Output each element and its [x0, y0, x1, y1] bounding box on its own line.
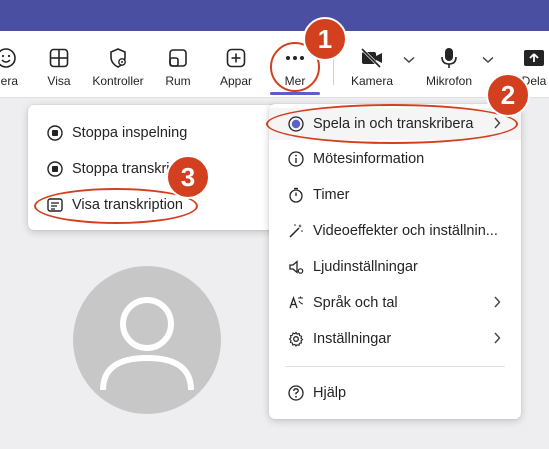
grid-view-icon: [47, 46, 71, 70]
view-button[interactable]: Visa: [39, 31, 79, 97]
video-effects-label: Videoeffekter och inställnin...: [313, 223, 498, 239]
rooms-button[interactable]: Rum: [158, 31, 198, 97]
menu-divider: [285, 366, 505, 367]
reactions-label: gera: [0, 74, 19, 88]
settings-item[interactable]: Inställningar: [269, 323, 521, 355]
audio-settings-label: Ljudinställningar: [313, 259, 418, 275]
teams-meeting-window: gera Visa Kontroller Rum Appar: [0, 0, 549, 449]
chevron-right-icon: [494, 296, 501, 308]
microphone-options-chevron-icon[interactable]: [482, 56, 494, 64]
timer-icon: [287, 186, 305, 204]
rooms-icon: [166, 46, 190, 70]
view-label: Visa: [47, 74, 71, 88]
shield-settings-icon: [106, 46, 130, 70]
gear-icon: [287, 330, 305, 348]
add-app-icon: [224, 46, 248, 70]
camera-off-icon: [360, 46, 384, 70]
apps-button[interactable]: Appar: [216, 31, 256, 97]
help-label: Hjälp: [313, 385, 347, 401]
help-icon: [287, 384, 305, 402]
reactions-icon: [0, 46, 18, 70]
timer-label: Timer: [313, 187, 350, 203]
title-bar: [0, 0, 549, 31]
microphone-icon: [437, 46, 461, 70]
settings-label: Inställningar: [313, 331, 392, 347]
controls-button[interactable]: Kontroller: [90, 31, 146, 97]
rooms-label: Rum: [165, 74, 191, 88]
language-speech-item[interactable]: Språk och tal: [269, 287, 521, 319]
reactions-button[interactable]: gera: [0, 31, 26, 97]
meeting-info-label: Mötesinformation: [313, 151, 425, 167]
callout-badge-2: 2: [486, 73, 530, 117]
language-speech-label: Språk och tal: [313, 295, 398, 311]
controls-label: Kontroller: [92, 74, 144, 88]
timer-item[interactable]: Timer: [269, 179, 521, 211]
help-item[interactable]: Hjälp: [269, 377, 521, 409]
microphone-label: Mikrofon: [425, 74, 472, 88]
chevron-right-icon: [494, 332, 501, 344]
more-menu: Spela in och transkribera Mötesinformati…: [269, 104, 521, 419]
language-icon: [287, 294, 305, 312]
stop-transcription-label: Stoppa transkri: [72, 161, 170, 177]
stop-recording-item[interactable]: Stoppa inspelning: [28, 117, 279, 149]
stop-transcription-item[interactable]: Stoppa transkri: [28, 153, 279, 185]
share-icon: [522, 46, 546, 70]
callout-ring-record: [266, 104, 518, 144]
audio-settings-item[interactable]: Ljudinställningar: [269, 251, 521, 283]
callout-badge-1: 1: [303, 17, 347, 61]
avatar: [73, 266, 221, 414]
video-effects-item[interactable]: Videoeffekter och inställnin...: [269, 215, 521, 247]
speaker-settings-icon: [287, 258, 305, 276]
camera-options-chevron-icon[interactable]: [403, 56, 415, 64]
person-icon: [100, 297, 194, 391]
stop-recording-label: Stoppa inspelning: [72, 125, 188, 141]
magic-wand-icon: [287, 222, 305, 240]
more-active-indicator: [270, 92, 320, 95]
apps-label: Appar: [219, 74, 253, 88]
camera-label: Kamera: [350, 74, 394, 88]
camera-button[interactable]: Kamera: [349, 31, 395, 97]
stop-record-icon: [46, 124, 64, 142]
microphone-button[interactable]: Mikrofon: [424, 31, 474, 97]
info-icon: [287, 150, 305, 168]
callout-badge-3: 3: [166, 155, 210, 199]
meeting-info-item[interactable]: Mötesinformation: [269, 143, 521, 175]
stop-record-icon: [46, 160, 64, 178]
